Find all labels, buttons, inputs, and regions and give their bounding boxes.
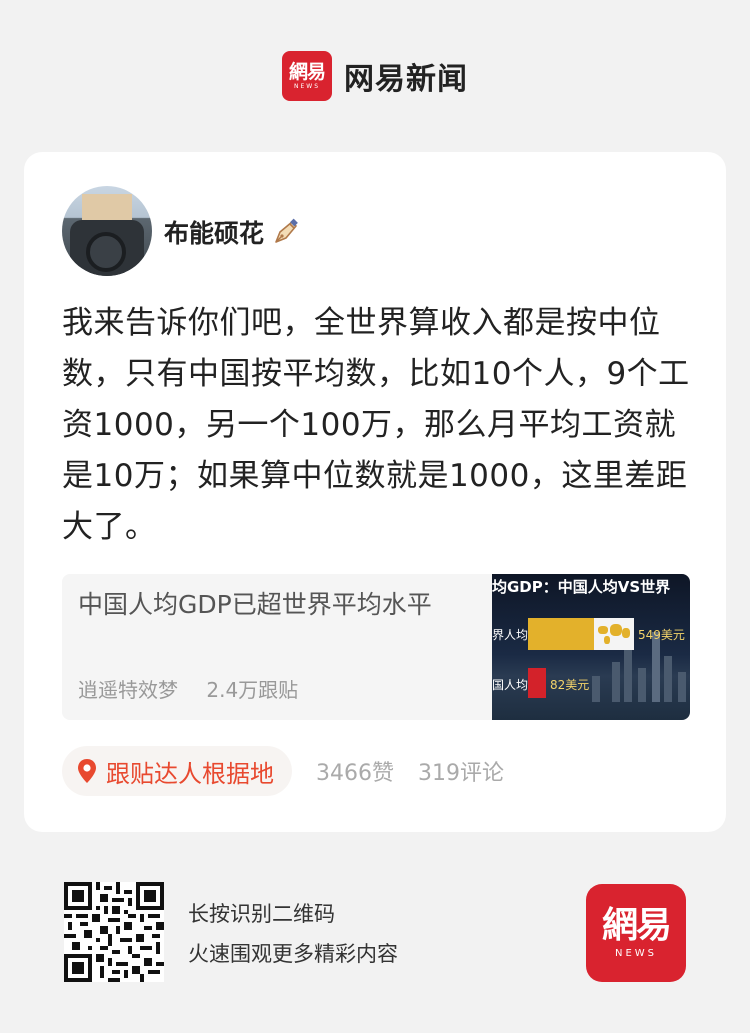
qr-code[interactable] bbox=[64, 882, 164, 982]
brand-name: 网易新闻 bbox=[344, 62, 468, 97]
linked-topic-thumbnail: 均GDP：中国人均VS世界 界人均 549美元 国人均 82美元 bbox=[492, 574, 690, 720]
thumbnail-bar-china bbox=[528, 668, 546, 698]
header: 網易 NEWS 网易新闻 bbox=[0, 50, 750, 102]
linked-topic-replies: 2.4万跟贴 bbox=[206, 678, 299, 702]
thumbnail-title: 均GDP：中国人均VS世界 bbox=[492, 578, 671, 596]
thumbnail-row2-label: 国人均 bbox=[492, 678, 529, 692]
share-footer: 长按识别二维码 火速围观更多精彩内容 網易 NEWS bbox=[0, 860, 750, 1000]
pen-icon bbox=[275, 218, 298, 243]
location-pin-icon bbox=[78, 759, 96, 783]
qr-caption-line1: 长按识别二维码 bbox=[188, 902, 335, 926]
avatar[interactable] bbox=[62, 186, 152, 276]
topic-pill-label: 跟贴达人根据地 bbox=[106, 759, 274, 788]
logo-cn: 網易 bbox=[288, 61, 326, 83]
linked-topic-author: 逍遥特效梦 bbox=[78, 678, 178, 702]
thumbnail-row1-label: 界人均 bbox=[492, 628, 529, 642]
post-card: 布能硕花 我来告诉你们吧，全世界算收入都是按中位数，只有中国按平均数，比如10个… bbox=[24, 152, 726, 832]
netease-logo-icon: 網易 NEWS bbox=[282, 51, 332, 101]
thumbnail-row2-value: 82美元 bbox=[550, 678, 590, 692]
app-icon-en: NEWS bbox=[614, 948, 658, 959]
thumbnail-row1-value: 549美元 bbox=[638, 628, 685, 642]
likes-count[interactable]: 3466赞 bbox=[316, 755, 394, 787]
linked-topic-card[interactable]: 中国人均GDP已超世界平均水平 逍遥特效梦 2.4万跟贴 均GDP：中国人均VS… bbox=[62, 574, 690, 720]
topic-pill-button[interactable]: 跟贴达人根据地 bbox=[62, 746, 292, 796]
app-icon-cn: 網易 bbox=[601, 905, 672, 946]
logo-en: NEWS bbox=[293, 83, 321, 90]
netease-app-icon[interactable]: 網易 NEWS bbox=[586, 884, 686, 982]
world-map-icon bbox=[594, 618, 634, 650]
comments-count[interactable]: 319评论 bbox=[418, 755, 504, 787]
post-footer: 跟贴达人根据地 3466赞 319评论 bbox=[62, 746, 504, 796]
post-text: 我来告诉你们吧，全世界算收入都是按中位数，只有中国按平均数，比如10个人，9个工… bbox=[62, 305, 690, 545]
linked-topic-title: 中国人均GDP已超世界平均水平 bbox=[78, 590, 432, 619]
username-row: 布能硕花 bbox=[164, 214, 300, 250]
username[interactable]: 布能硕花 bbox=[164, 214, 264, 250]
qr-caption-line2: 火速围观更多精彩内容 bbox=[188, 942, 398, 966]
linked-topic-meta: 逍遥特效梦 2.4万跟贴 bbox=[78, 674, 320, 703]
thumbnail-bar-world bbox=[528, 618, 594, 650]
